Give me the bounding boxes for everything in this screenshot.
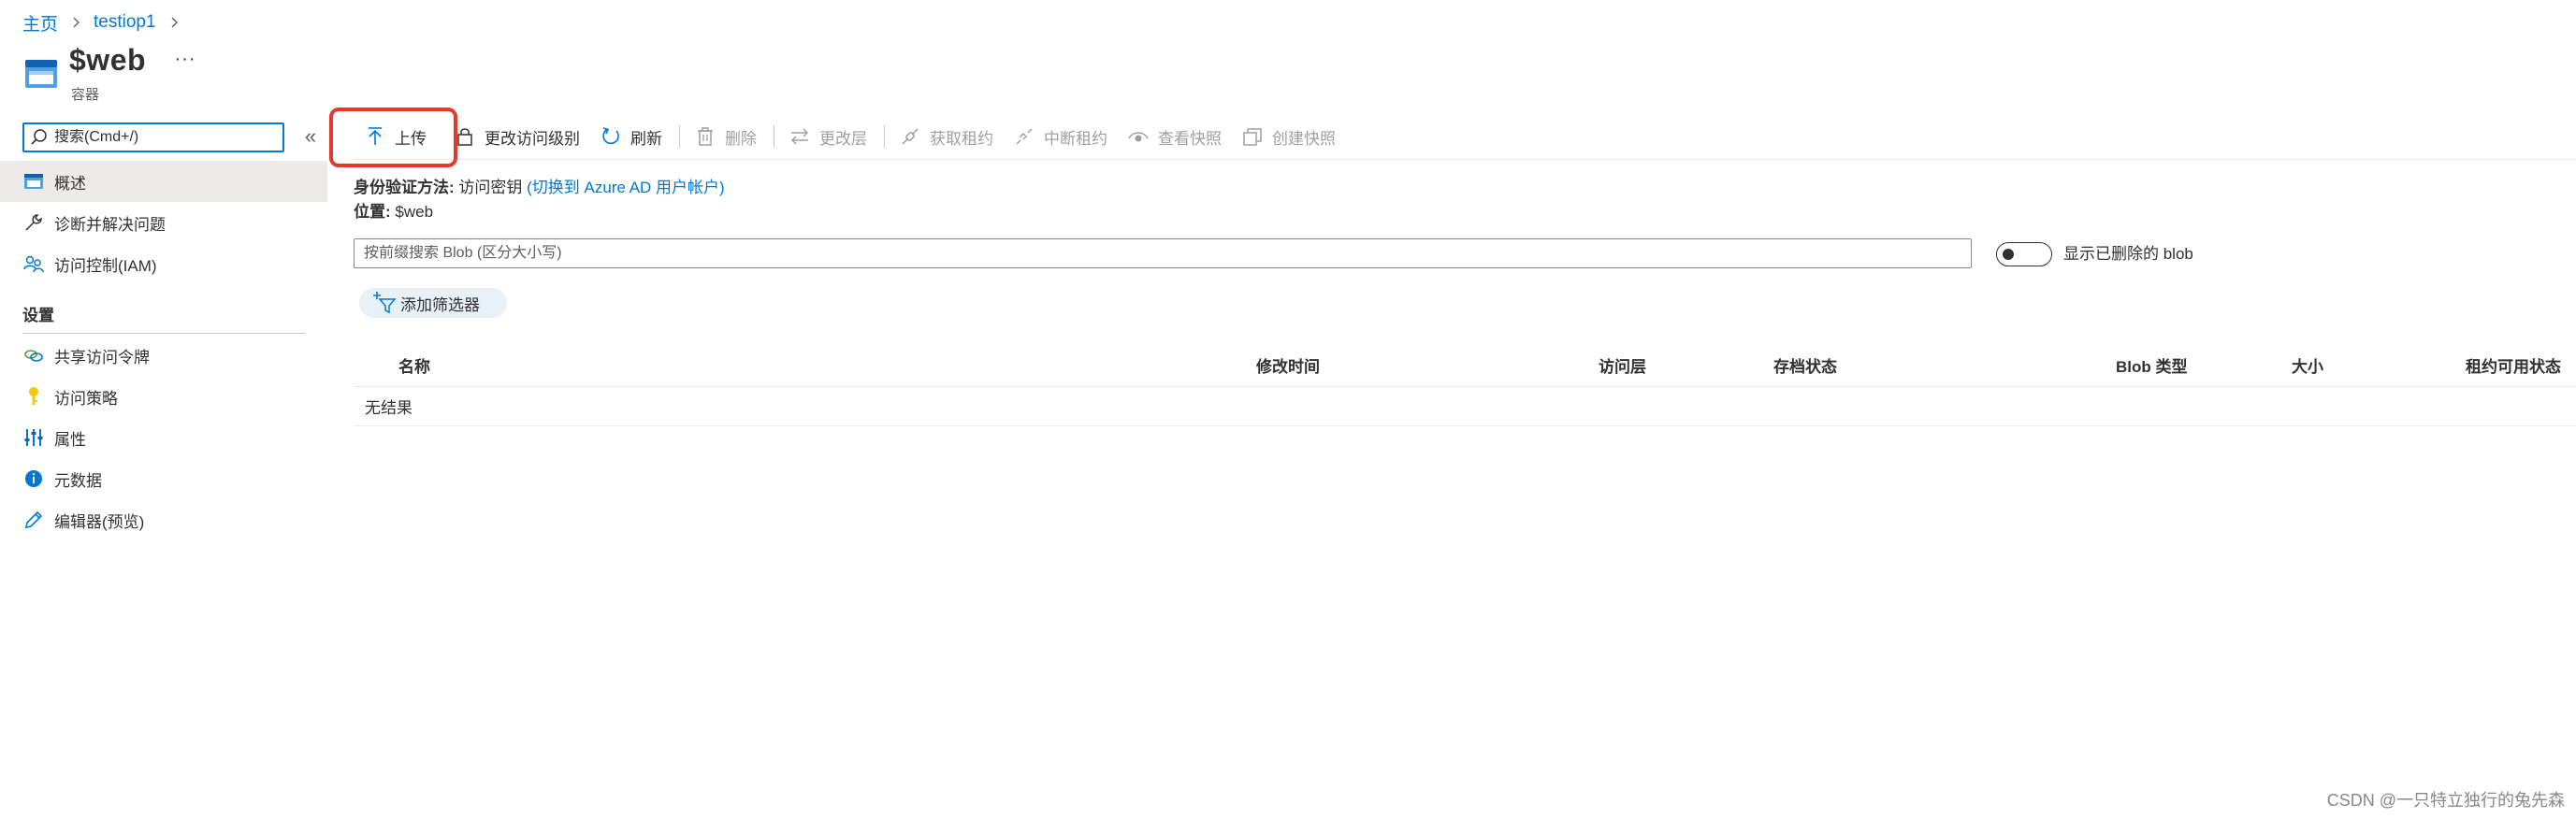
sidebar-item-label: 访问控制(IAM) (54, 256, 157, 275)
sidebar-item-label: 共享访问令牌 (54, 348, 150, 366)
column-header-access-tier[interactable]: 访问层 (1599, 353, 1646, 377)
switch-to-azure-ad-link[interactable]: (切换到 Azure AD 用户帐户) (527, 179, 725, 196)
collapse-sidebar-button[interactable]: « (299, 124, 322, 151)
view-snapshots-label: 查看快照 (1158, 129, 1222, 148)
blob-search-box[interactable] (354, 238, 1972, 268)
link-icon (22, 344, 45, 366)
change-access-level-label: 更改访问级别 (485, 129, 580, 148)
upload-highlight-annotation (329, 108, 457, 167)
overview-icon (22, 170, 45, 193)
watermark: CSDN @一只特立独行的兔先森 (2326, 791, 2565, 810)
change-tier-button[interactable]: 更改层 (780, 118, 878, 155)
container-icon (24, 58, 58, 90)
swap-arrows-icon (789, 126, 810, 147)
blob-prefix-search-input[interactable] (364, 245, 1954, 262)
table-row-divider (354, 425, 2576, 426)
sidebar-item-label: 访问策略 (54, 389, 118, 408)
change-access-level-button[interactable]: 更改访问级别 (438, 118, 591, 155)
section-heading-settings: 设置 (22, 307, 54, 324)
sidebar-item-label: 属性 (54, 430, 86, 449)
add-filter-icon (372, 291, 397, 315)
toolbar-divider (354, 159, 2576, 160)
sidebar-item-properties[interactable]: 属性 (0, 417, 327, 458)
auth-method-label: 身份验证方法: (354, 179, 455, 196)
auth-method-value: 访问密钥 (458, 179, 523, 196)
breadcrumb: 主页 testiop1 (22, 9, 192, 36)
refresh-icon (601, 126, 621, 147)
acquire-lease-button[interactable]: 获取租约 (890, 118, 1005, 155)
wrench-icon (22, 211, 45, 234)
break-lease-label: 中断租约 (1044, 129, 1107, 148)
sidebar-item-sas[interactable]: 共享访问令牌 (0, 335, 327, 376)
column-header-modified[interactable]: 修改时间 (1256, 353, 1320, 377)
more-options-button[interactable]: ··· (172, 50, 198, 73)
pencil-icon (22, 509, 45, 531)
chevron-right-icon (65, 12, 86, 33)
delete-button[interactable]: 删除 (686, 118, 768, 155)
breadcrumb-home-link[interactable]: 主页 (22, 10, 58, 36)
copy-pages-icon (1242, 126, 1263, 147)
page-title: $web (69, 43, 147, 77)
chevron-right-icon (164, 12, 184, 33)
sidebar-item-label: 诊断并解决问题 (54, 215, 166, 234)
people-icon (22, 252, 45, 275)
command-bar: 上传 更改访问级别 刷新 删除 更改层 获取租约 中断租约 查看快照 创建快照 (354, 118, 1347, 155)
sidebar-search-input[interactable] (54, 129, 269, 146)
break-lease-button[interactable]: 中断租约 (1005, 118, 1119, 155)
search-icon (30, 128, 49, 147)
create-snapshot-button[interactable]: 创建快照 (1233, 118, 1347, 155)
column-header-size[interactable]: 大小 (2292, 353, 2323, 377)
view-snapshots-button[interactable]: 查看快照 (1119, 118, 1233, 155)
sidebar-search-box[interactable] (22, 122, 284, 152)
sidebar-item-metadata[interactable]: 元数据 (0, 458, 327, 499)
add-filter-button[interactable]: 添加筛选器 (359, 288, 507, 318)
sidebar-item-editor[interactable]: 编辑器(预览) (0, 499, 327, 540)
toggle-knob (2003, 249, 2014, 260)
refresh-label: 刷新 (630, 129, 662, 148)
lock-icon (455, 126, 475, 147)
eye-icon (1128, 126, 1149, 147)
table-header-divider (354, 386, 2576, 387)
sidebar-item-label: 编辑器(预览) (54, 512, 145, 531)
sidebar-item-label: 概述 (54, 174, 86, 193)
delete-label: 删除 (725, 129, 757, 148)
column-header-lease-state[interactable]: 租约可用状态 (2466, 353, 2561, 377)
toolbar-separator (679, 125, 680, 148)
sidebar-item-overview[interactable]: 概述 (0, 161, 327, 202)
info-icon (22, 467, 45, 490)
sidebar-item-access-policy[interactable]: 访问策略 (0, 376, 327, 417)
change-tier-label: 更改层 (819, 129, 867, 148)
show-deleted-blobs-toggle[interactable] (1996, 242, 2052, 266)
refresh-button[interactable]: 刷新 (591, 118, 673, 155)
key-icon (22, 385, 45, 408)
auth-method-line: 身份验证方法: 访问密钥 (切换到 Azure AD 用户帐户) (354, 174, 725, 197)
section-divider (22, 333, 305, 334)
create-snapshot-label: 创建快照 (1272, 129, 1336, 148)
column-header-blob-type[interactable]: Blob 类型 (2116, 353, 2188, 377)
sidebar-item-label: 元数据 (54, 471, 102, 490)
column-header-name[interactable]: 名称 (398, 353, 430, 377)
acquire-lease-label: 获取租约 (930, 129, 993, 148)
sidebar-item-iam[interactable]: 访问控制(IAM) (0, 243, 327, 284)
page-subtitle: 容器 (71, 87, 100, 103)
breadcrumb-resource-link[interactable]: testiop1 (94, 12, 156, 33)
show-deleted-blobs-label: 显示已删除的 blob (2063, 245, 2193, 263)
location-label: 位置: (354, 203, 391, 221)
sliders-icon (22, 426, 45, 449)
broken-link-icon (1014, 126, 1035, 147)
lease-link-icon (900, 126, 920, 147)
location-line: 位置: $web (354, 198, 433, 222)
sidebar-item-diagnose[interactable]: 诊断并解决问题 (0, 202, 327, 243)
add-filter-label: 添加筛选器 (400, 295, 480, 314)
column-header-archive-status[interactable]: 存档状态 (1773, 353, 1837, 377)
empty-results-text: 无结果 (365, 399, 412, 417)
trash-icon (695, 126, 716, 147)
toolbar-separator (884, 125, 885, 148)
location-value: $web (395, 203, 434, 221)
